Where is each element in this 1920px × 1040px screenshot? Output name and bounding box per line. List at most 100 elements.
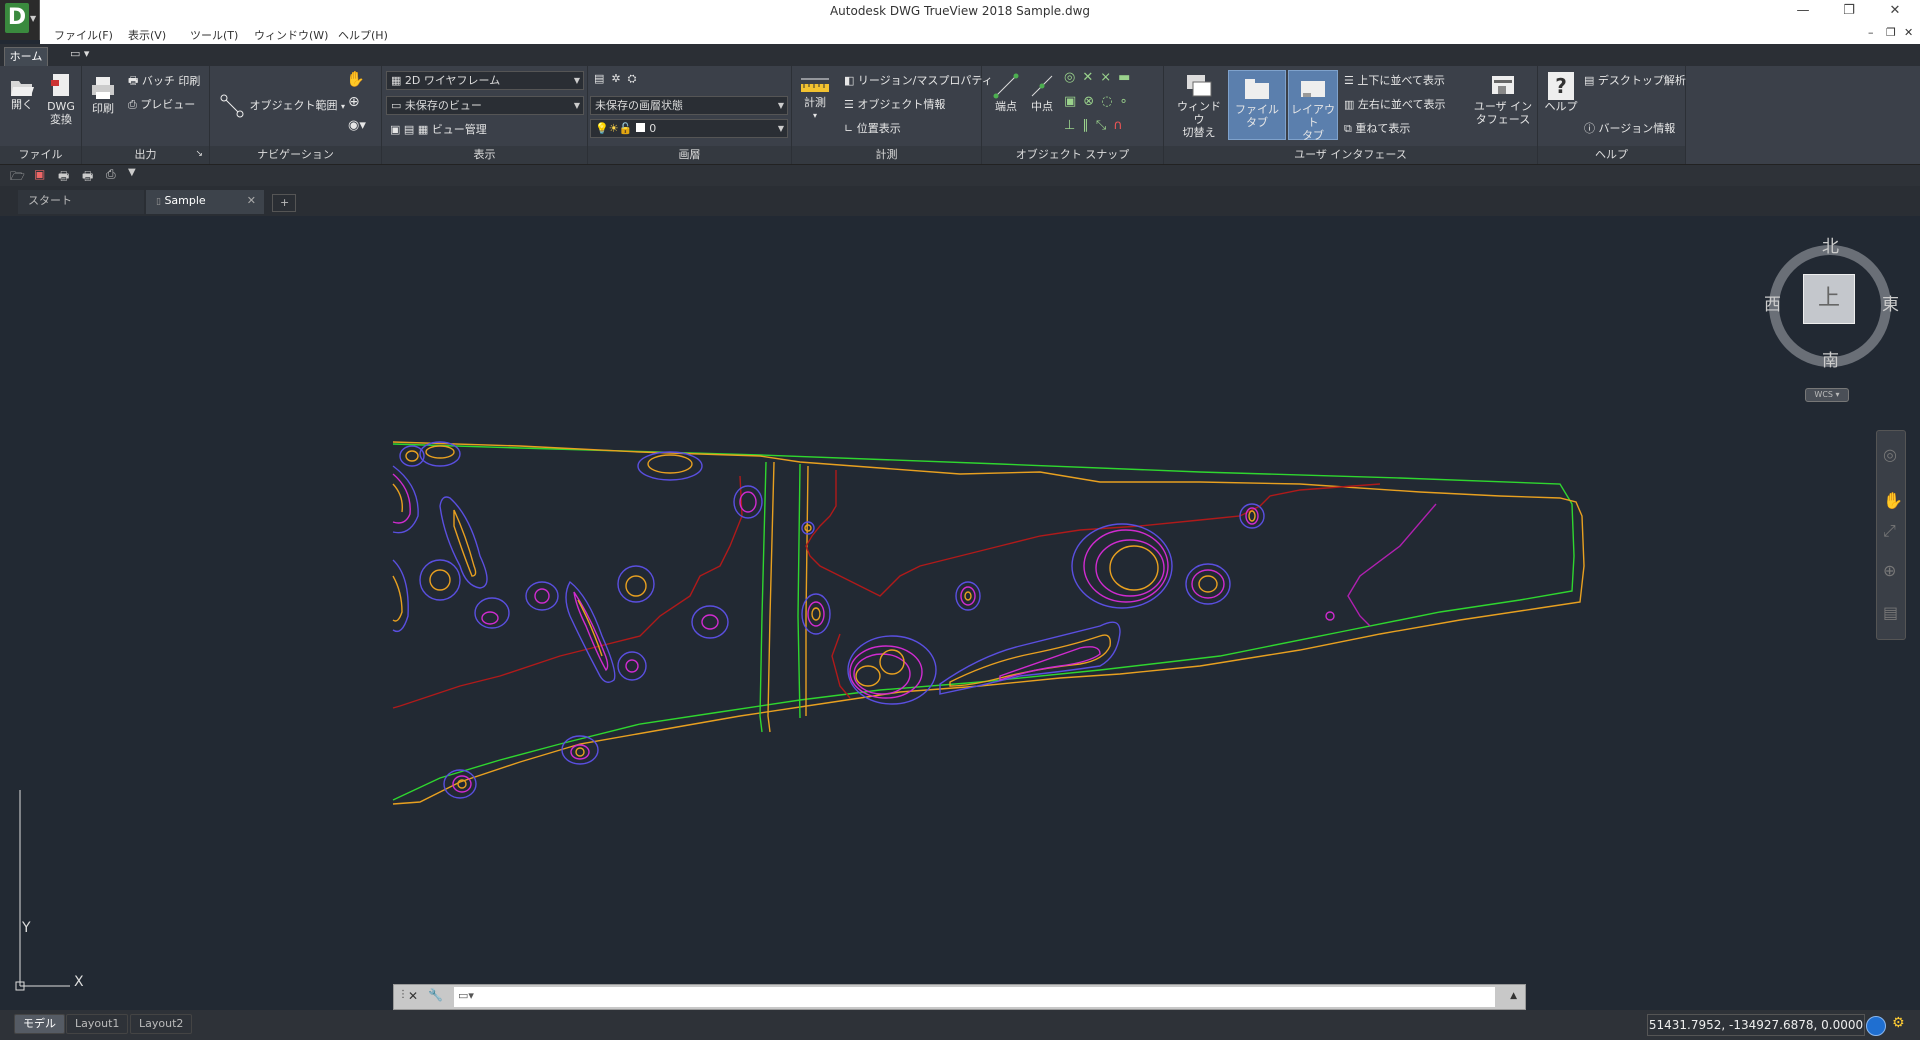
wrench-icon[interactable]: 🔧 xyxy=(428,988,443,1002)
cascade-button[interactable]: ⧉ 重ねて表示 xyxy=(1344,120,1410,136)
snap-icons-row-2[interactable]: ▣⊗◌∘ xyxy=(1064,94,1135,109)
zoom-extents-icon[interactable]: ⤢ xyxy=(1883,521,1896,541)
info-icon: ⓘ xyxy=(1584,122,1595,135)
layout-tab-layout1[interactable]: Layout1 xyxy=(66,1014,129,1034)
minimize-button[interactable]: — xyxy=(1780,0,1826,24)
file-tab-toggle[interactable]: ファイル タブ xyxy=(1228,70,1286,140)
menu-help[interactable]: ヘルプ(H) xyxy=(338,27,388,43)
tab-start[interactable]: スタート xyxy=(18,190,144,214)
viewcube[interactable]: 上 北 南 東 西 WCS ▾ xyxy=(1760,232,1900,402)
tile-vertical-label: 左右に並べて表示 xyxy=(1357,98,1446,111)
compass-west[interactable]: 西 xyxy=(1764,290,1781,315)
annotation-monitor-icon[interactable] xyxy=(1866,1016,1886,1036)
tab-workspace-toggle[interactable]: ▭ ▾ xyxy=(70,47,89,60)
dwg-convert-button[interactable]: DWG 変換 xyxy=(42,72,80,126)
orbit-icon[interactable]: ⊕ xyxy=(1883,561,1896,580)
preview-icon[interactable]: ⎙ xyxy=(106,167,116,182)
feature-1b xyxy=(405,450,419,462)
drawing-canvas[interactable]: Y X xyxy=(0,216,1915,1010)
layout-tab-toggle[interactable]: レイアウト タブ xyxy=(1288,70,1338,142)
layer-dropdown[interactable]: 💡☀🔓 0 ▼ xyxy=(590,119,788,138)
compass-east[interactable]: 東 xyxy=(1882,290,1899,315)
layout-tab-model[interactable]: モデル xyxy=(14,1014,65,1034)
help-button[interactable]: ? ヘルプ xyxy=(1544,72,1578,113)
layer-state-dropdown[interactable]: 未保存の画層状態 ▼ xyxy=(590,96,788,115)
pan-icon[interactable]: ✋ xyxy=(1883,491,1903,510)
menu-tools[interactable]: ツール(T) xyxy=(190,27,238,43)
layer-tools[interactable]: ▤ ✲ ⛭ xyxy=(594,72,636,86)
print-button[interactable]: 印刷 xyxy=(88,74,118,115)
tab-sample[interactable]: ▯ Sample ✕ xyxy=(146,190,264,214)
layout-tab-layout2[interactable]: Layout2 xyxy=(130,1014,193,1034)
print-icon[interactable]: 🖶 xyxy=(58,167,69,188)
steering-wheel-icon[interactable]: ◉▾ xyxy=(348,118,366,133)
new-tab-button[interactable]: + xyxy=(272,194,296,212)
menu-view[interactable]: 表示(V) xyxy=(128,27,166,43)
command-input[interactable]: ▭▾ xyxy=(454,987,1495,1007)
feature-24c xyxy=(853,653,911,695)
snap-icons-row-3[interactable]: ⊥∥⤡∩ xyxy=(1064,118,1130,133)
locate-point-button[interactable]: ∟ 位置表示 xyxy=(844,120,901,136)
feature-13 xyxy=(617,651,647,681)
zoom-extents-button[interactable]: オブジェクト範囲 ▾ xyxy=(218,92,345,120)
ribbon-tab-bar: ホーム ▭ ▾ xyxy=(0,44,1920,66)
intersection-snap-icon: ✕ xyxy=(1082,70,1101,85)
version-info-button[interactable]: ⓘ バージョン情報 xyxy=(1584,120,1675,136)
menu-file[interactable]: ファイル(F) xyxy=(54,27,113,43)
wcs-dropdown[interactable]: WCS ▾ xyxy=(1805,388,1849,402)
saved-view-dropdown[interactable]: ▭ 未保存のビュー ▼ xyxy=(386,96,584,115)
mdi-minimize-icon[interactable]: – xyxy=(1868,26,1874,39)
viewcube-top-face[interactable]: 上 xyxy=(1803,274,1855,324)
close-button[interactable]: ✕ xyxy=(1872,0,1918,24)
mdi-restore-icon[interactable]: ❐ xyxy=(1886,26,1896,39)
pan-icon[interactable]: ✋ xyxy=(346,70,365,88)
mdi-close-icon[interactable]: ✕ xyxy=(1904,26,1913,39)
tile-horizontal-button[interactable]: ☰ 上下に並べて表示 xyxy=(1344,72,1445,88)
compass-south[interactable]: 南 xyxy=(1822,346,1839,371)
panel-help: ? ヘルプ ▤ デスクトップ解析 ⓘ バージョン情報 ヘルプ xyxy=(1538,66,1686,164)
coordinate-readout: 51431.7952, -134927.6878, 0.0000 xyxy=(1647,1014,1865,1036)
preview-button[interactable]: ⎙ プレビュー xyxy=(128,96,195,112)
display-small-tools[interactable]: ▣ ▤ ▦ ビュー管理 xyxy=(390,121,487,137)
tile-vertical-button[interactable]: ▥ 左右に並べて表示 xyxy=(1344,96,1445,112)
saved-view-value: 未保存のビュー xyxy=(404,99,482,112)
user-interface-icon xyxy=(1492,76,1514,94)
batch-print-icon[interactable]: 🖶 xyxy=(82,167,93,188)
menu-window[interactable]: ウィンドウ(W) xyxy=(254,27,328,43)
endpoint-snap-button[interactable]: 端点 xyxy=(990,72,1022,113)
dwg-convert-icon[interactable]: ▣ xyxy=(34,167,45,181)
version-info-label: バージョン情報 xyxy=(1598,122,1676,135)
tab-home[interactable]: ホーム xyxy=(4,47,48,66)
orbit-icon[interactable]: ⊕ xyxy=(348,94,360,110)
object-info-button[interactable]: ☰ オブジェクト情報 xyxy=(844,96,945,112)
batch-print-button[interactable]: 🖶 バッチ 印刷 xyxy=(128,72,200,91)
open-icon[interactable]: 🗁 xyxy=(10,167,25,188)
customize-qat-icon[interactable]: ▼ xyxy=(128,167,136,178)
feature-7b xyxy=(392,575,403,622)
close-icon[interactable]: ✕ xyxy=(408,989,418,1003)
application-menu-button[interactable]: D ▼ xyxy=(0,0,40,40)
panel-measure: 計測 ▾ ◧ リージョン/マスプロパティ ☰ オブジェクト情報 ∟ 位置表示 計… xyxy=(792,66,993,164)
close-icon[interactable]: ✕ xyxy=(247,190,256,212)
open-button[interactable]: 開く xyxy=(6,76,38,111)
drawing-svg[interactable] xyxy=(0,216,1915,1010)
measure-button[interactable]: 計測 ▾ xyxy=(798,76,832,122)
region-mass-button[interactable]: ◧ リージョン/マスプロパティ xyxy=(844,72,993,88)
compass-north[interactable]: 北 xyxy=(1822,232,1839,257)
steering-wheel-icon[interactable]: ◎ xyxy=(1883,445,1897,464)
history-toggle-icon[interactable]: ▲ xyxy=(1510,991,1517,1001)
feature-18c xyxy=(811,607,821,621)
user-interface-button[interactable]: ユーザ イン タフェース xyxy=(1472,72,1534,126)
switch-window-button[interactable]: ウィンドウ 切替え xyxy=(1174,72,1224,139)
snap-icons-row-1[interactable]: ◎✕⨯▬ xyxy=(1064,70,1137,85)
chevron-down-icon: ▼ xyxy=(30,14,37,23)
desktop-analytics-button[interactable]: ▤ デスクトップ解析 xyxy=(1584,72,1686,88)
showmotion-icon[interactable]: ▤ xyxy=(1883,603,1898,622)
restore-button[interactable]: ❐ xyxy=(1826,0,1872,24)
feature-8b xyxy=(429,569,451,591)
visual-style-dropdown[interactable]: ▦ 2D ワイヤフレーム ▼ xyxy=(386,71,584,90)
grip-icon[interactable]: ⋮ xyxy=(398,989,408,1000)
menu-bar: ファイル(F) 表示(V) ツール(T) ウィンドウ(W) ヘルプ(H) – ❐… xyxy=(40,24,1920,44)
clean-screen-icon[interactable]: ⚙ xyxy=(1892,1015,1905,1031)
midpoint-snap-button[interactable]: 中点 xyxy=(1026,72,1058,113)
